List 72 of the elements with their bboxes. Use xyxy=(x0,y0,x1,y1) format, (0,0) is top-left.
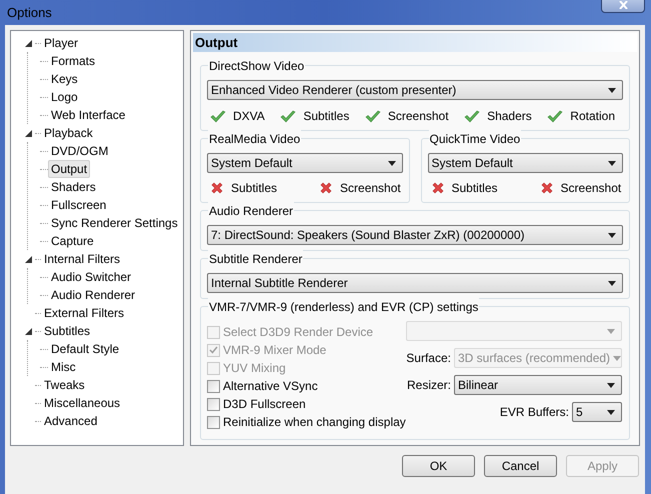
feature-label: Screenshot xyxy=(388,108,449,125)
tree-item[interactable]: DVD/OGM xyxy=(48,142,112,160)
tree-item[interactable]: Shaders xyxy=(48,178,99,196)
expanded-arrow-icon[interactable] xyxy=(24,256,32,262)
field-label: EVR Buffers: xyxy=(500,404,569,421)
feature-label: Subtitles xyxy=(303,108,350,125)
dropdown[interactable]: 5 xyxy=(572,402,622,422)
group-title: VMR-7/VMR-9 (renderless) and EVR (CP) settings xyxy=(208,298,480,316)
tree-item[interactable]: Output xyxy=(48,160,90,178)
checkbox-label: YUV Mixing xyxy=(223,360,286,377)
feature-label: Subtitles xyxy=(231,180,278,197)
checkbox-label: Reinitialize when changing display xyxy=(223,414,406,431)
dropdown[interactable]: 7: DirectSound: Speakers (Sound Blaster ZxR) (00200000) xyxy=(207,225,623,245)
dialog-button[interactable]: OK xyxy=(402,455,475,477)
tree-item[interactable]: Subtitles xyxy=(41,322,94,340)
tree-item[interactable]: Miscellaneous xyxy=(41,394,124,412)
expanded-arrow-icon[interactable] xyxy=(24,130,32,136)
dropdown-arrow-icon xyxy=(607,410,615,414)
dropdown-arrow-icon xyxy=(608,88,616,92)
checkbox[interactable] xyxy=(207,416,220,428)
expanded-arrow-icon[interactable] xyxy=(24,40,32,46)
field-label: Surface: xyxy=(406,350,451,367)
checkmark-icon xyxy=(209,346,218,354)
tree-item[interactable]: Playback xyxy=(41,124,96,142)
checkbox-label: Alternative VSync xyxy=(223,378,318,395)
dropdown[interactable]: System Default xyxy=(428,153,623,173)
tree-item[interactable]: Fullscreen xyxy=(48,196,110,214)
checkbox-label: Select D3D9 Render Device xyxy=(223,324,374,341)
feature-label: Subtitles xyxy=(452,180,498,197)
expanded-arrow-icon[interactable] xyxy=(24,328,32,334)
tree-item[interactable]: Keys xyxy=(48,70,81,88)
feature-label: Rotation xyxy=(570,108,615,125)
window-title: Options xyxy=(7,4,52,22)
tree-item[interactable]: External Filters xyxy=(41,304,128,322)
dialog-button[interactable]: Cancel xyxy=(484,455,557,477)
feature-label: Screenshot xyxy=(560,180,622,197)
tree-item[interactable]: Audio Renderer xyxy=(48,286,138,304)
tree-item[interactable]: Sync Renderer Settings xyxy=(48,214,181,232)
group-title: QuickTime Video xyxy=(428,130,522,148)
feature-label: Screenshot xyxy=(340,180,401,197)
checkbox-label: VMR-9 Mixer Mode xyxy=(223,342,326,359)
dropdown-arrow-icon xyxy=(613,356,622,360)
feature-label: Shaders xyxy=(487,108,532,125)
dropdown-arrow-icon xyxy=(608,232,616,238)
dropdown[interactable]: Internal Subtitle Renderer xyxy=(207,273,623,293)
dropdown-arrow-icon xyxy=(608,160,616,166)
dropdown-arrow-icon xyxy=(607,382,615,388)
tree-item[interactable]: Tweaks xyxy=(41,376,88,394)
dropdown[interactable]: System Default xyxy=(207,153,402,173)
dropdown-arrow-icon xyxy=(607,328,615,334)
dropdown[interactable]: Enhanced Video Renderer (custom presenter) xyxy=(207,80,623,100)
tree-item[interactable]: Internal Filters xyxy=(41,250,124,268)
tree-item[interactable]: Default Style xyxy=(48,340,122,358)
feature-label: DXVA xyxy=(233,108,265,125)
close-icon xyxy=(618,1,628,9)
close-button[interactable] xyxy=(601,0,645,13)
checkbox-label: D3D Fullscreen xyxy=(223,396,306,413)
page-title: Output xyxy=(193,33,637,52)
tree-item[interactable]: Misc xyxy=(48,358,79,376)
dropdown[interactable]: Bilinear xyxy=(454,375,622,395)
field-label: Resizer: xyxy=(406,377,451,394)
tree-item[interactable]: Player xyxy=(41,34,82,52)
tree-item[interactable]: Advanced xyxy=(41,412,100,430)
checkbox[interactable] xyxy=(207,398,220,410)
tree-item[interactable]: Web Interface xyxy=(48,106,128,124)
tree-item[interactable]: Capture xyxy=(48,232,97,250)
checkbox[interactable] xyxy=(207,380,220,392)
tree-item[interactable]: Logo xyxy=(48,88,81,106)
dropdown-arrow-icon xyxy=(388,160,396,166)
tree-item[interactable]: Audio Switcher xyxy=(48,268,134,286)
tree-item[interactable]: Formats xyxy=(48,52,98,70)
dropdown-arrow-icon xyxy=(608,280,616,286)
